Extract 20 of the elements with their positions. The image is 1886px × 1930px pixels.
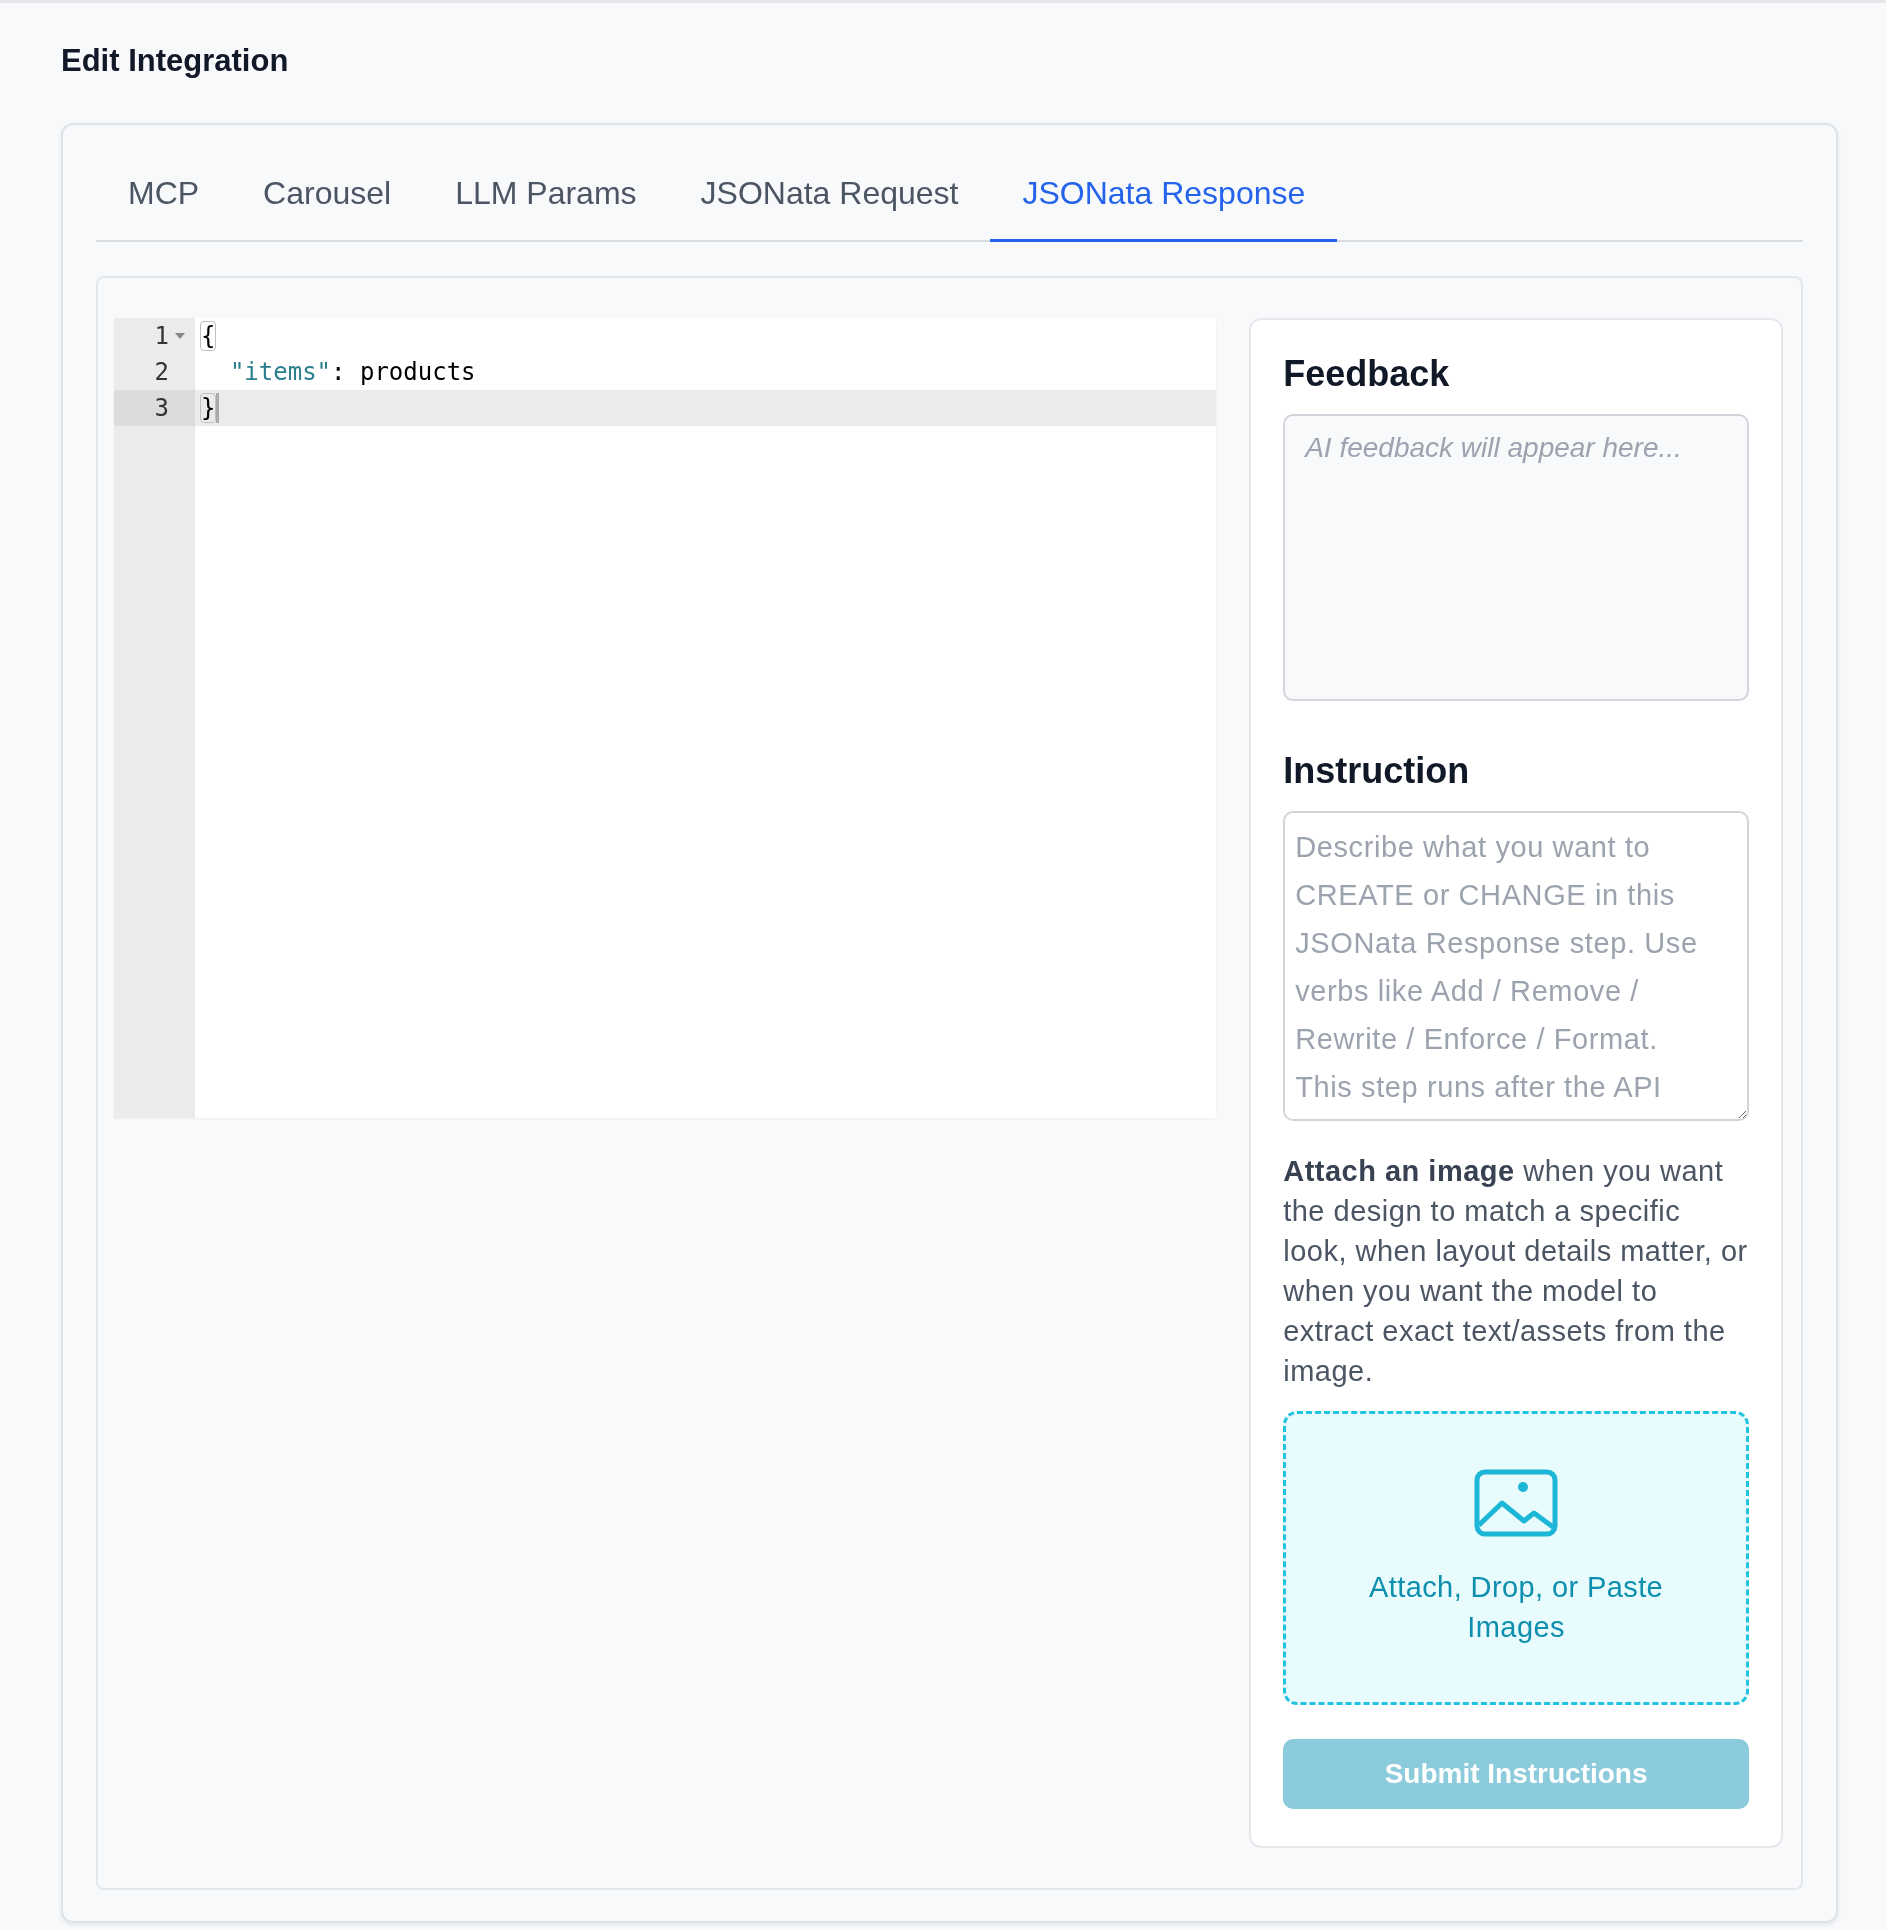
fold-caret-icon[interactable] <box>173 331 187 341</box>
tab[interactable]: LLM Params <box>423 147 669 242</box>
code-editor[interactable]: 1 2 3 { "items": products } <box>114 318 1217 1118</box>
tab[interactable]: JSONata Response <box>990 147 1338 242</box>
line-number: 2 <box>154 358 169 386</box>
image-icon <box>1474 1469 1559 1537</box>
image-dropzone[interactable]: Attach, Drop, or Paste Images <box>1283 1411 1749 1705</box>
section-heading: Instruction <box>1283 749 1471 793</box>
line-number: 3 <box>154 394 169 422</box>
tab[interactable]: Carousel <box>231 147 424 242</box>
section-heading: Feedback <box>1283 352 1451 396</box>
attach-hint: Attach an image when you want the design to match a specific look, when layout details matter, or when you want the model to extract exact text/assets from the image. <box>1283 1154 1749 1389</box>
feedback-field[interactable]: AI feedback will appear here... <box>1283 414 1749 701</box>
tab[interactable]: MCP <box>96 147 232 242</box>
tab[interactable]: JSONata Request <box>668 147 991 242</box>
line-number: 1 <box>154 322 169 350</box>
instruction-field[interactable]: Describe what you want to CREATE or CHANGE in this JSONata Response step. Use verbs like Add / Remove / Rewrite / Enforce / Format. This step runs after the API <box>1283 811 1749 1121</box>
code-line: { <box>200 321 217 352</box>
page-title: Edit Integration <box>61 42 290 80</box>
code-line: "items": products <box>228 357 477 388</box>
